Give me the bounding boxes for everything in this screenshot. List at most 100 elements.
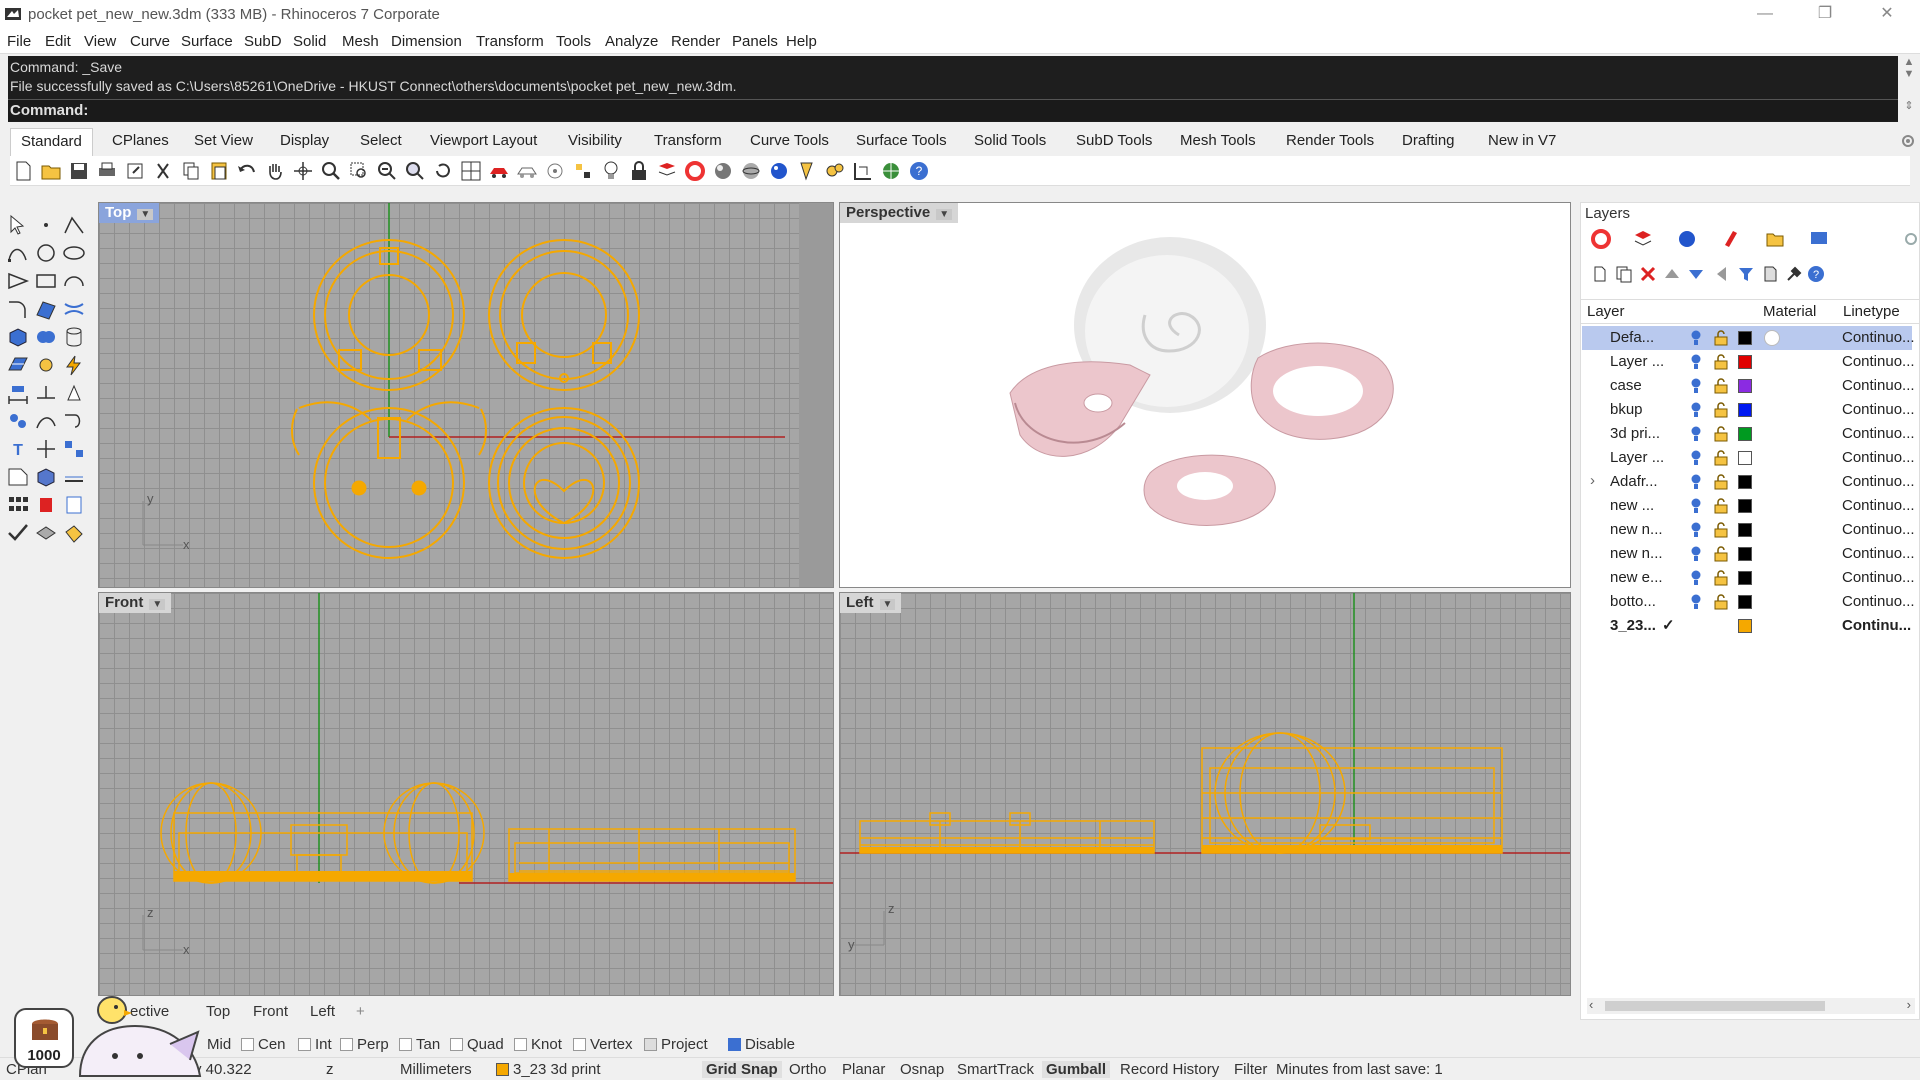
minimize-button[interactable]: — (1736, 0, 1794, 30)
tab-set-view[interactable]: Set View (184, 128, 263, 156)
layer-color-swatch[interactable] (1738, 331, 1752, 345)
hide-objects-icon[interactable] (34, 522, 58, 544)
layer-linetype[interactable]: Continuo... (1842, 545, 1915, 562)
material-swatch[interactable] (1764, 330, 1780, 346)
layer-row-current[interactable]: 3_23... ✓ Continu... (1582, 614, 1912, 638)
layer-tools-icon[interactable] (1785, 265, 1803, 283)
layer-linetype[interactable]: Continuo... (1842, 425, 1915, 442)
visibility-bulb-icon[interactable] (1690, 498, 1702, 514)
layer-name[interactable]: Defa... (1610, 329, 1654, 346)
block-icon[interactable] (6, 466, 30, 488)
scroll-left-icon[interactable]: ‹ (1589, 997, 1593, 1012)
curve-from-object-icon[interactable] (34, 410, 58, 432)
layer-linetype[interactable]: Continuo... (1842, 329, 1915, 346)
column-layer-header[interactable]: Layer (1587, 303, 1625, 320)
tab-transform[interactable]: Transform (644, 128, 732, 156)
menu-help[interactable]: Help (786, 33, 817, 50)
layer-name[interactable]: 3_23... (1610, 617, 1656, 634)
layer-name[interactable]: Layer ... (1610, 449, 1664, 466)
tab-solid-tools[interactable]: Solid Tools (964, 128, 1056, 156)
status-units[interactable]: Millimeters (400, 1061, 472, 1078)
options-gears-icon[interactable] (824, 160, 846, 182)
copy-icon[interactable] (180, 160, 202, 182)
tab-select[interactable]: Select (350, 128, 412, 156)
undo-view-icon[interactable] (432, 160, 454, 182)
viewport-left[interactable]: Left ▼ z y (839, 592, 1571, 996)
move-layer-down-icon[interactable] (1687, 265, 1705, 283)
arc-icon[interactable] (62, 270, 86, 292)
rendering-tab-icon[interactable] (1677, 229, 1697, 249)
tab-standard[interactable]: Standard (10, 128, 93, 156)
cut-icon[interactable] (152, 160, 174, 182)
pan-hand-icon[interactable] (264, 160, 286, 182)
layers-tab-icon[interactable] (1633, 229, 1653, 249)
new-layer-icon[interactable] (1591, 265, 1609, 283)
car-shaded-icon[interactable] (488, 160, 510, 182)
menu-view[interactable]: View (84, 33, 116, 50)
layer-linetype[interactable]: Continuo... (1842, 569, 1915, 586)
command-scrollbar[interactable]: ⇕ (1900, 99, 1918, 121)
tab-subd-tools[interactable]: SubD Tools (1066, 128, 1162, 156)
panel-settings-icon[interactable] (1903, 231, 1919, 247)
text-icon[interactable]: T (6, 438, 30, 460)
globe-icon[interactable] (880, 160, 902, 182)
scroll-thumb[interactable] (1605, 1001, 1825, 1011)
paint-bucket-icon[interactable] (62, 522, 86, 544)
visibility-bulb-icon[interactable] (1690, 426, 1702, 442)
tab-curve-tools[interactable]: Curve Tools (740, 128, 839, 156)
menu-analyze[interactable]: Analyze (605, 33, 658, 50)
unlocked-icon[interactable] (1714, 522, 1728, 538)
zoom-selected-icon[interactable] (404, 160, 426, 182)
paste-icon[interactable] (208, 160, 230, 182)
export-icon[interactable] (124, 160, 146, 182)
properties-icon[interactable] (62, 494, 86, 516)
osnap-vertex-checkbox[interactable] (573, 1038, 586, 1051)
layer-row[interactable]: new n... Continuo... (1582, 542, 1915, 566)
layer-linetype[interactable]: Continuo... (1842, 377, 1915, 394)
tab-front[interactable]: Front (253, 1003, 288, 1020)
osnap-disable-checkbox[interactable] (728, 1038, 741, 1051)
osnap-vertex[interactable]: Vertex (573, 1036, 633, 1053)
osnap-int-checkbox[interactable] (298, 1038, 311, 1051)
viewport-top[interactable]: Top ▼ y x (98, 202, 834, 588)
layer-name[interactable]: new ... (1610, 497, 1654, 514)
new-sublayer-icon[interactable] (1615, 265, 1633, 283)
tab-render-tools[interactable]: Render Tools (1276, 128, 1384, 156)
visibility-bulb-icon[interactable] (1690, 354, 1702, 370)
analyze-icon[interactable] (62, 382, 86, 404)
array-icon[interactable] (62, 438, 86, 460)
osnap-disable[interactable]: Disable (728, 1036, 795, 1053)
shaded-sphere-icon[interactable] (712, 160, 734, 182)
osnap-quad-checkbox[interactable] (450, 1038, 463, 1051)
layer-color-swatch[interactable] (1738, 355, 1752, 369)
osnap-project[interactable]: Project (644, 1036, 708, 1053)
menu-panels[interactable]: Panels (732, 33, 778, 50)
osnap-knot[interactable]: Knot (514, 1036, 562, 1053)
status-record-history[interactable]: Record History (1120, 1061, 1219, 1078)
layer-linetype[interactable]: Continuo... (1842, 449, 1915, 466)
tab-viewport-layout[interactable]: Viewport Layout (420, 128, 547, 156)
unlocked-icon[interactable] (1714, 474, 1728, 490)
layer-name[interactable]: new e... (1610, 569, 1663, 586)
solid-box-icon[interactable] (34, 466, 58, 488)
layer-linetype[interactable]: Continuo... (1842, 593, 1915, 610)
status-ortho[interactable]: Ortho (789, 1061, 827, 1078)
status-planar[interactable]: Planar (842, 1061, 885, 1078)
lightning-icon[interactable] (62, 354, 86, 376)
curve-cv-icon[interactable] (6, 242, 30, 264)
distance-icon[interactable] (62, 466, 86, 488)
osnap-perp[interactable]: Perp (340, 1036, 389, 1053)
layer-linetype[interactable]: Continu... (1842, 617, 1911, 634)
rotate-view-icon[interactable] (292, 160, 314, 182)
menu-tools[interactable]: Tools (556, 33, 591, 50)
dimension-tool-icon[interactable] (852, 160, 874, 182)
layer-name[interactable]: new n... (1610, 545, 1663, 562)
unlocked-icon[interactable] (1714, 378, 1728, 394)
help-icon[interactable]: ? (908, 160, 930, 182)
visibility-bulb-icon[interactable] (1690, 522, 1702, 538)
viewport-perspective[interactable]: Perspective ▼ (839, 202, 1571, 588)
rendered-sphere-icon[interactable] (768, 160, 790, 182)
materials-tab-icon[interactable] (1721, 229, 1741, 249)
cylinder-icon[interactable] (62, 326, 86, 348)
layer-name[interactable]: case (1610, 377, 1642, 394)
